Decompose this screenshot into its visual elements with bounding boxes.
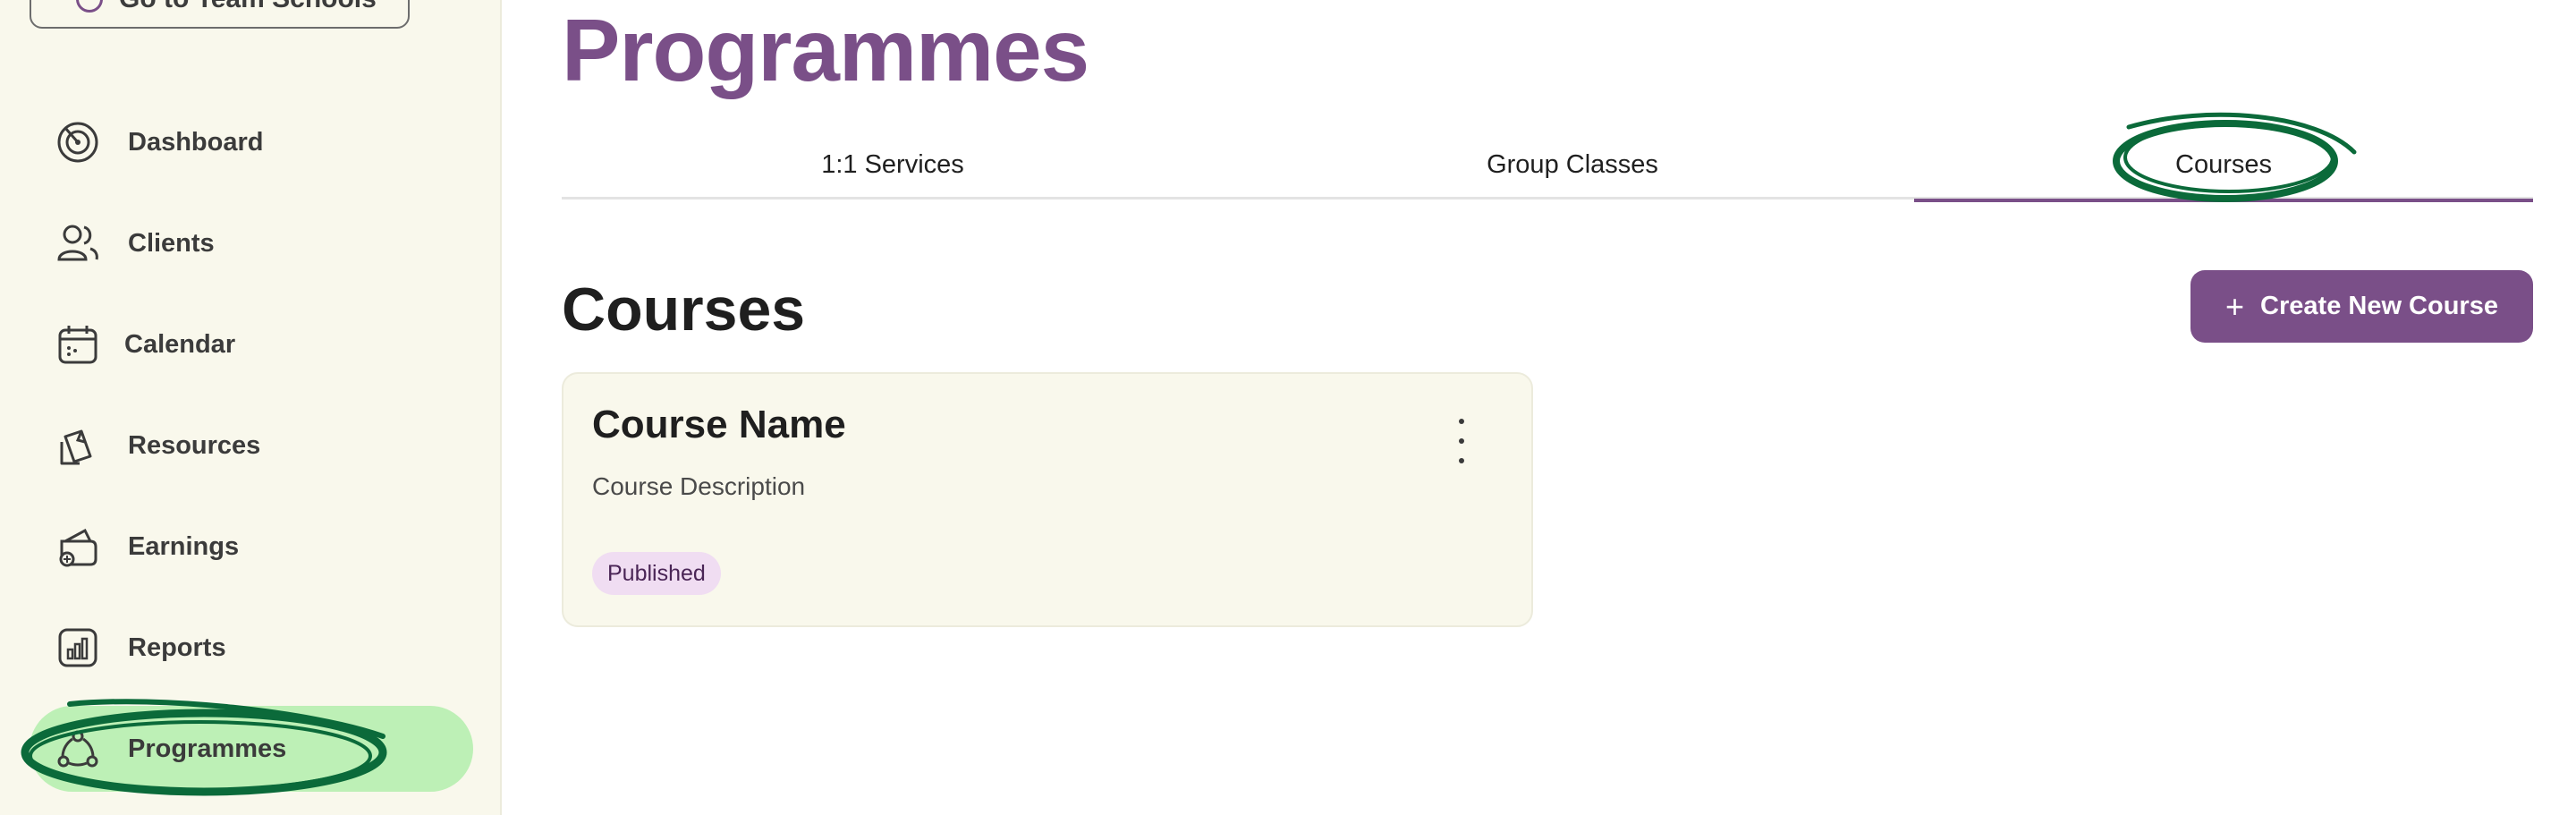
nav-item-resources[interactable]: Resources [30, 403, 473, 488]
nav-item-reports[interactable]: Reports [30, 605, 473, 691]
plus-icon: + [2225, 287, 2245, 325]
tab-label: Courses [2175, 149, 2272, 179]
team-schools-button[interactable]: Go to Team Schools [30, 0, 410, 29]
team-icon [76, 0, 103, 13]
more-options-icon[interactable] [1451, 419, 1472, 463]
course-description: Course Description [592, 472, 806, 500]
earnings-icon [59, 528, 97, 567]
nav-item-dashboard[interactable]: Dashboard [30, 99, 473, 185]
programme-tabs: 1:1 Services Group Classes Courses [562, 130, 2533, 202]
create-button-label: Create New Course [2260, 292, 2498, 320]
nav-label-programmes: Programmes [128, 734, 287, 763]
section-title: Courses [562, 276, 806, 344]
nav-label-reports: Reports [128, 632, 226, 662]
tab-label: 1:1 Services [821, 149, 964, 179]
tab-1-1-services[interactable]: 1:1 Services [562, 130, 1224, 200]
team-schools-label: Go to Team Schools [119, 0, 377, 14]
course-name: Course Name [592, 403, 846, 446]
reports-icon [58, 628, 97, 667]
nav-label-earnings: Earnings [128, 531, 240, 561]
nav-label-clients: Clients [128, 228, 215, 258]
nav-label-resources: Resources [128, 430, 261, 460]
nav-item-earnings[interactable]: Earnings [30, 504, 473, 590]
sidebar: Go to Team Schools Dashboard Clients [0, 0, 502, 815]
nav-item-clients[interactable]: Clients [30, 200, 473, 286]
nav-item-programmes[interactable]: Programmes [30, 706, 473, 792]
dashboard-icon [57, 122, 98, 163]
course-card[interactable]: Course Name Course Description Published [562, 372, 1533, 627]
nav-label-dashboard: Dashboard [128, 127, 264, 157]
page-title: Programmes [562, 1, 1089, 99]
clients-icon [57, 225, 98, 261]
nav-item-calendar[interactable]: Calendar [30, 301, 473, 387]
tab-courses[interactable]: Courses [1914, 130, 2533, 202]
tab-label: Group Classes [1487, 149, 1658, 179]
calendar-icon [58, 326, 97, 364]
resources-icon [60, 429, 92, 465]
status-badge: Published [592, 552, 721, 595]
programmes-icon [57, 730, 98, 768]
nav-label-calendar: Calendar [124, 329, 236, 359]
tab-group-classes[interactable]: Group Classes [1241, 130, 1903, 200]
create-new-course-button[interactable]: + Create New Course [2190, 270, 2533, 343]
